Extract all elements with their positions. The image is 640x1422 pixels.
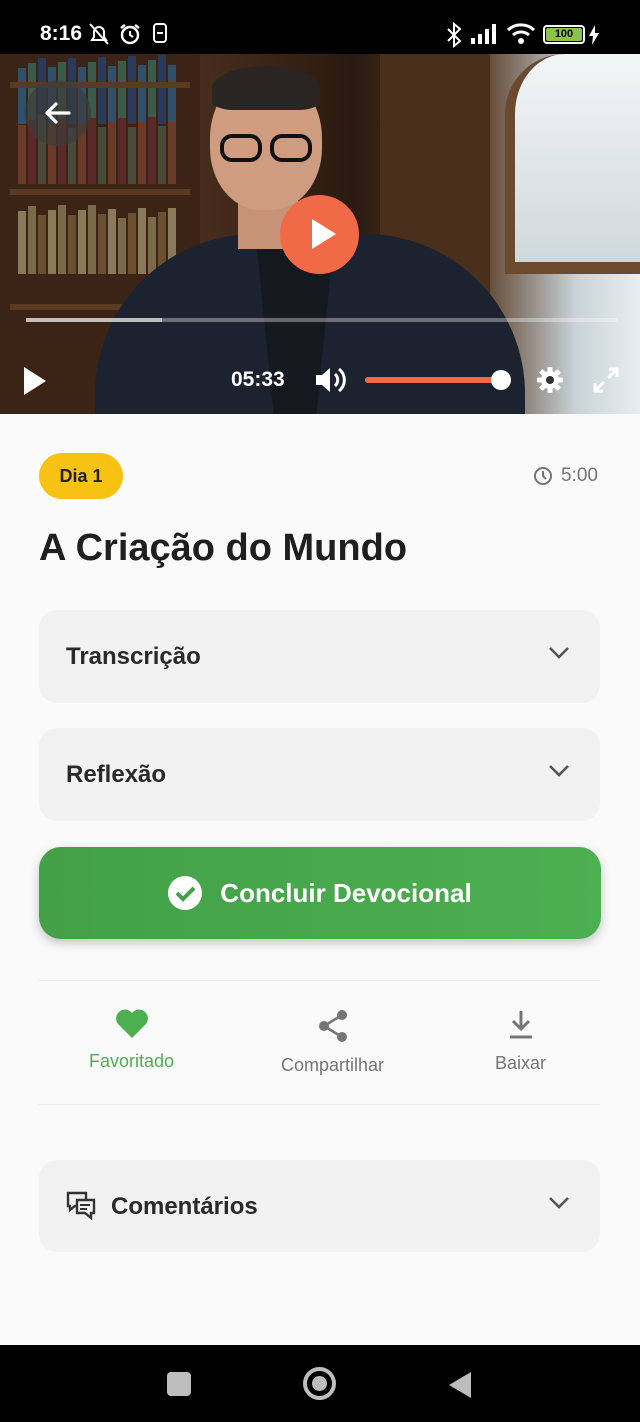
- duration: 5:00: [533, 465, 598, 487]
- system-back-button[interactable]: [449, 1372, 471, 1398]
- duration-value: 5:00: [561, 465, 598, 486]
- heart-icon: [115, 1009, 148, 1038]
- favorite-label: Favoritado: [89, 1051, 175, 1071]
- devotional-title: A Criação do Mundo: [39, 527, 408, 569]
- check-circle-icon: [168, 876, 203, 910]
- share-icon: [318, 1010, 347, 1042]
- play-icon[interactable]: [22, 366, 48, 396]
- status-time: 8:16: [40, 22, 83, 45]
- alarm-icon: [120, 24, 140, 45]
- transcription-section[interactable]: Transcrição: [39, 610, 600, 703]
- clock-icon: [534, 467, 552, 485]
- reflection-section[interactable]: Reflexão: [39, 728, 600, 821]
- battery-icon: 100: [543, 25, 585, 44]
- volume-slider[interactable]: [365, 370, 511, 390]
- charging-icon: [589, 25, 599, 45]
- transcription-label: Transcrição: [66, 643, 201, 670]
- bell-off-icon: [89, 23, 109, 45]
- status-bar: 8:16 100: [0, 0, 640, 54]
- share-button[interactable]: Compartilhar: [281, 1009, 384, 1076]
- bluetooth-icon: [447, 22, 462, 48]
- comments-icon: [66, 1191, 96, 1221]
- download-label: Baixar: [495, 1053, 547, 1073]
- volume-fill: [365, 377, 501, 383]
- sim-icon: [153, 23, 167, 43]
- video-progress-fill: [26, 318, 163, 322]
- complete-devotional-button[interactable]: Concluir Devocional: [39, 847, 601, 939]
- arrow-left-icon: [45, 102, 71, 124]
- wifi-icon: [506, 23, 536, 44]
- comments-label: Comentários: [111, 1193, 258, 1220]
- action-bar: Favoritado Compartilhar Baixar: [39, 980, 600, 1105]
- chevron-down-icon: [549, 647, 569, 659]
- favorite-button[interactable]: Favoritado: [89, 1009, 174, 1072]
- volume-thumb[interactable]: [491, 370, 511, 390]
- reflection-label: Reflexão: [66, 761, 167, 788]
- complete-devotional-label: Concluir Devocional: [220, 877, 472, 908]
- download-icon: [509, 1011, 532, 1039]
- recents-button[interactable]: [167, 1372, 191, 1396]
- signal-icon: [471, 24, 496, 44]
- comments-section[interactable]: Comentários: [39, 1160, 600, 1252]
- share-label: Compartilhar: [281, 1055, 385, 1075]
- video-current-time: 05:33: [231, 368, 285, 391]
- video-player[interactable]: 05:33: [0, 54, 640, 414]
- volume-icon[interactable]: [314, 366, 348, 394]
- home-button[interactable]: [303, 1367, 336, 1400]
- play-overlay-button[interactable]: [280, 195, 359, 274]
- gear-icon[interactable]: [536, 366, 564, 394]
- battery-level: 100: [546, 28, 582, 41]
- chevron-down-icon: [549, 1197, 569, 1209]
- day-badge: Dia 1: [39, 453, 123, 499]
- system-nav-bar: [0, 1345, 640, 1422]
- chevron-down-icon: [549, 765, 569, 777]
- download-button[interactable]: Baixar: [495, 1009, 546, 1074]
- video-progress-bar[interactable]: [26, 318, 618, 322]
- fullscreen-icon[interactable]: [592, 366, 620, 394]
- back-button[interactable]: [25, 80, 91, 146]
